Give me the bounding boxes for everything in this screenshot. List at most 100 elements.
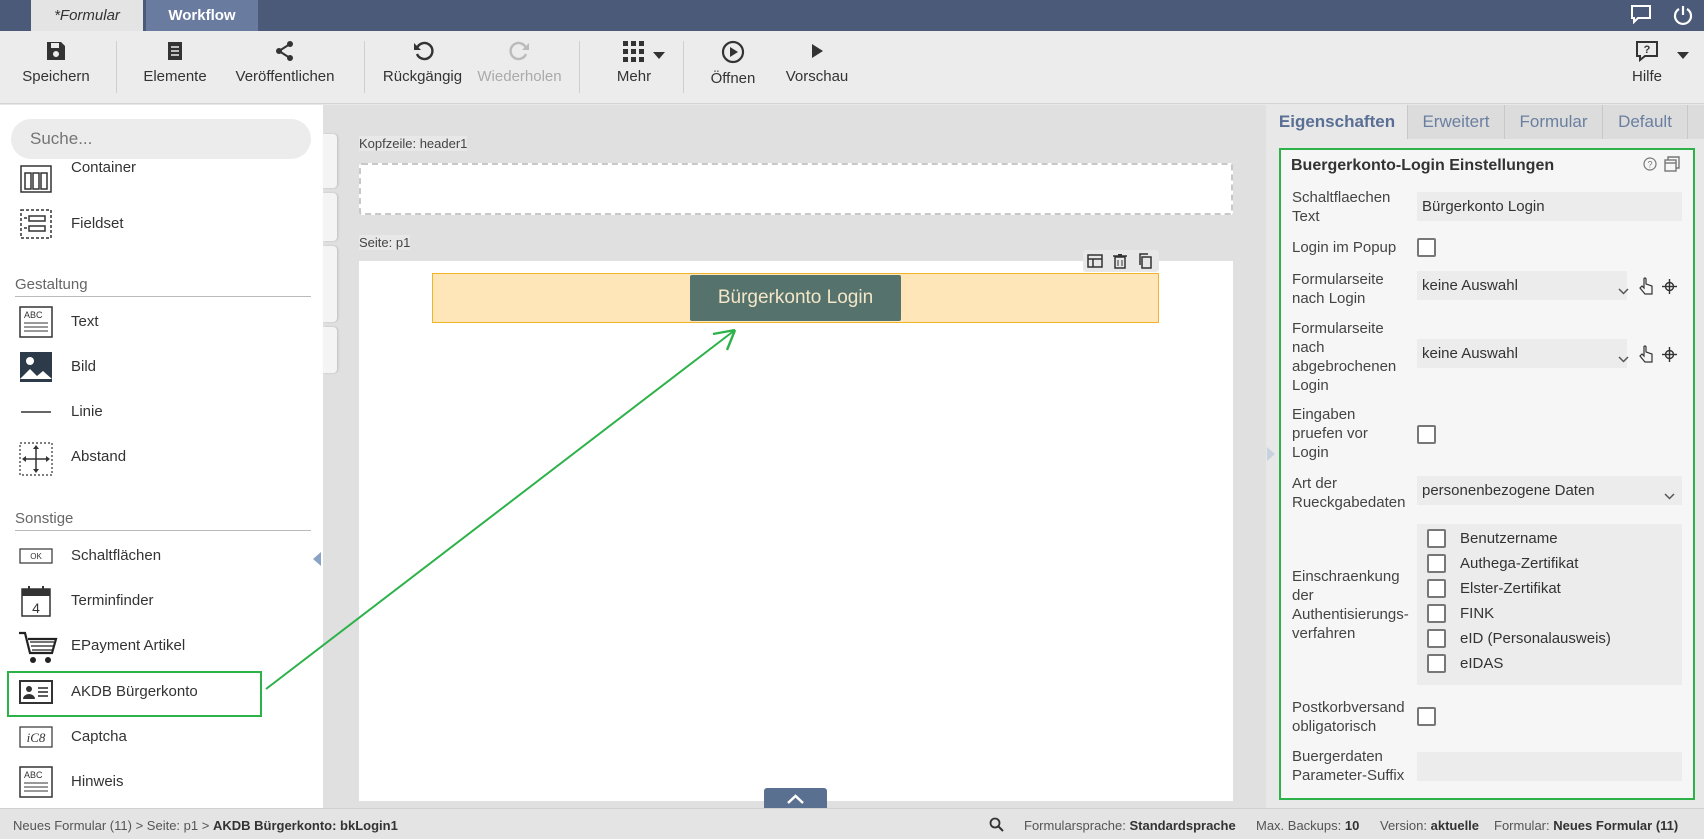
button-icon: OK	[18, 540, 54, 572]
element-appointment[interactable]: 4 Terminfinder	[16, 581, 306, 621]
chevron-down-icon[interactable]	[1664, 487, 1675, 505]
crosshair-icon[interactable]	[1662, 347, 1677, 367]
line-icon	[18, 396, 54, 428]
window-icon[interactable]	[1664, 156, 1680, 177]
redo-icon	[508, 41, 529, 61]
buergerkonto-login-button[interactable]: Bürgerkonto Login	[690, 275, 901, 321]
grid-icon	[623, 41, 644, 62]
page-after-cancel-select[interactable]: keine Auswahl	[1417, 339, 1627, 368]
spacing-icon	[18, 441, 54, 476]
tab-eigenschaften[interactable]: Eigenschaften	[1267, 105, 1408, 139]
open-button[interactable]: Öffnen	[700, 31, 766, 104]
crosshair-icon[interactable]	[1662, 279, 1677, 299]
popup-checkbox[interactable]	[1417, 238, 1436, 257]
preview-label: Vorschau	[785, 68, 849, 85]
svg-text:iC8: iC8	[27, 730, 46, 745]
calendar-icon: 4	[18, 585, 54, 617]
element-epayment[interactable]: EPayment Artikel	[16, 626, 306, 666]
more-button[interactable]: Mehr	[604, 31, 664, 104]
pointer-icon[interactable]	[1638, 345, 1654, 368]
side-tab[interactable]	[323, 134, 337, 188]
breadcrumb-form[interactable]: Neues Formular (11)	[13, 818, 132, 833]
save-icon	[47, 42, 65, 60]
help-button[interactable]: ? Hilfe	[1622, 31, 1672, 104]
undo-label: Rückgängig	[382, 68, 463, 85]
publish-label: Veröffentlichen	[235, 68, 335, 85]
tab-default[interactable]: Default	[1603, 105, 1688, 139]
chevron-down-icon[interactable]	[1677, 47, 1689, 65]
chevron-down-icon[interactable]	[1618, 282, 1629, 300]
element-label: Fieldset	[71, 215, 124, 232]
select-value: keine Auswahl	[1422, 345, 1518, 362]
auth-checkbox[interactable]	[1427, 554, 1446, 573]
auth-checkbox[interactable]	[1427, 629, 1446, 648]
elements-button[interactable]: Elemente	[135, 31, 215, 104]
save-button[interactable]: Speichern	[16, 31, 96, 104]
element-container[interactable]: Container	[16, 159, 306, 199]
collapse-left-icon[interactable]	[313, 552, 321, 571]
popup-label: Login im Popup	[1292, 239, 1397, 256]
layout-icon[interactable]	[1087, 253, 1103, 269]
chevron-down-icon[interactable]	[1618, 350, 1629, 368]
auth-checkbox[interactable]	[1427, 579, 1446, 598]
help-circle-icon[interactable]: ?	[1643, 157, 1657, 176]
header-region[interactable]	[359, 163, 1233, 215]
section-sonstige: Sonstige	[15, 510, 311, 531]
collapse-right-icon[interactable]	[1267, 447, 1275, 466]
redo-label: Wiederholen	[477, 68, 562, 85]
button-text-label: Schaltflaechen Text	[1292, 189, 1391, 225]
auth-checkbox[interactable]	[1427, 654, 1446, 673]
element-fieldset[interactable]: Fieldset	[16, 204, 306, 244]
collapse-bottom-button[interactable]	[764, 788, 827, 808]
page-after-login-select[interactable]: keine Auswahl	[1417, 271, 1627, 300]
breadcrumb-separator: >	[131, 818, 147, 833]
search-icon[interactable]	[989, 817, 1004, 835]
side-tab[interactable]	[323, 327, 337, 373]
tab-formular[interactable]: Formular	[1505, 105, 1603, 139]
suffix-field[interactable]	[1417, 752, 1682, 781]
element-label: Text	[71, 313, 99, 330]
element-captcha[interactable]: iC8 Captcha	[16, 717, 306, 757]
auth-label: Einschraenkung der Authentisierungs-verf…	[1292, 568, 1409, 642]
chevron-down-icon[interactable]	[653, 47, 665, 65]
element-spacing[interactable]: Abstand	[16, 437, 306, 477]
status-language-value: Standardsprache	[1129, 818, 1236, 833]
more-label: Mehr	[616, 68, 652, 85]
element-image[interactable]: Bild	[16, 347, 306, 387]
copy-icon[interactable]	[1137, 253, 1153, 269]
image-icon	[18, 351, 54, 383]
page-region[interactable]	[359, 261, 1233, 801]
undo-button[interactable]: Rückgängig	[380, 31, 465, 104]
settings-title: Buergerkonto-Login Einstellungen	[1291, 157, 1555, 174]
validate-checkbox[interactable]	[1417, 425, 1436, 444]
element-label: Bild	[71, 358, 97, 375]
tab-erweitert[interactable]: Erweitert	[1408, 105, 1505, 139]
side-tab[interactable]	[323, 246, 337, 322]
auth-checkbox[interactable]	[1427, 604, 1446, 623]
pointer-icon[interactable]	[1638, 277, 1654, 300]
breadcrumb-page[interactable]: Seite: p1	[147, 818, 198, 833]
element-text[interactable]: ABC Text	[16, 302, 306, 342]
element-label: Container	[71, 159, 137, 176]
redo-button[interactable]: Wiederholen	[472, 31, 567, 104]
element-label: Captcha	[71, 728, 127, 745]
element-note[interactable]: ABC Hinweis	[16, 762, 306, 802]
chat-icon[interactable]	[1630, 4, 1654, 26]
toolbar-divider	[116, 41, 117, 93]
publish-button[interactable]: Veröffentlichen	[230, 31, 340, 104]
auth-checkbox[interactable]	[1427, 529, 1446, 548]
element-buttons[interactable]: OK Schaltflächen	[16, 536, 306, 576]
status-form-label: Formular:	[1494, 818, 1550, 833]
side-tab[interactable]	[323, 193, 337, 241]
postbox-checkbox[interactable]	[1417, 707, 1436, 726]
element-line[interactable]: Linie	[16, 392, 306, 432]
trash-icon[interactable]	[1112, 253, 1128, 269]
button-text-field[interactable]: Bürgerkonto Login	[1417, 192, 1682, 221]
tab-formular[interactable]: *Formular	[31, 0, 143, 31]
status-version-label: Version:	[1380, 818, 1427, 833]
power-icon[interactable]	[1672, 4, 1696, 26]
preview-button[interactable]: Vorschau	[778, 31, 856, 104]
search-input[interactable]	[11, 119, 311, 159]
tab-workflow[interactable]: Workflow	[146, 0, 258, 31]
return-data-select[interactable]: personenbezogene Daten	[1417, 476, 1682, 505]
